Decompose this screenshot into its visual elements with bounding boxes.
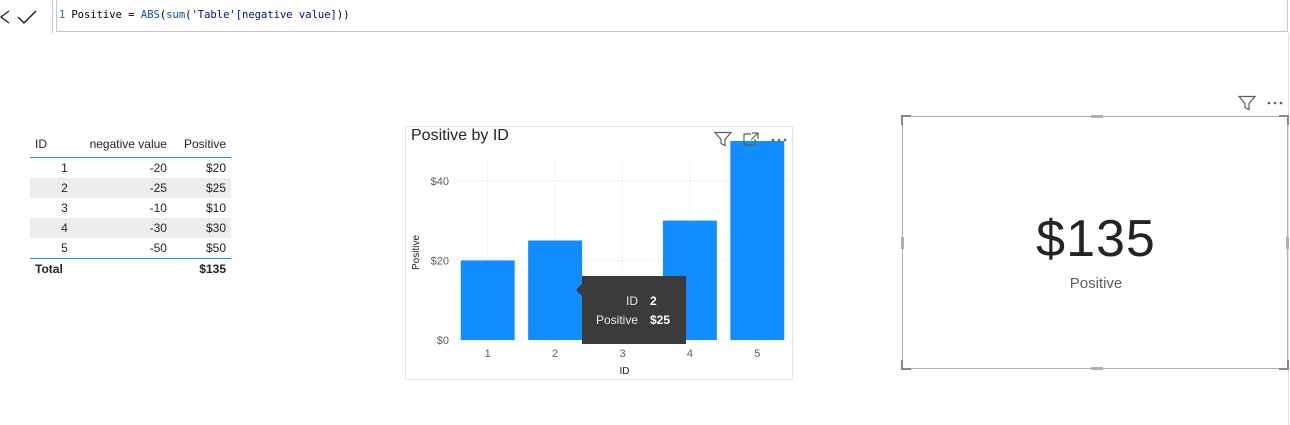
column-header-id[interactable]: ID — [30, 131, 73, 158]
table-visual[interactable]: ID negative value Positive 1 -20 $20 2 -… — [30, 131, 231, 279]
tooltip-row-id: ID 2 — [582, 294, 686, 310]
x-tick-label: 3 — [619, 348, 625, 360]
table-row[interactable]: 3 -10 $10 — [30, 198, 231, 218]
total-value: $135 — [171, 258, 231, 279]
bar[interactable] — [460, 260, 515, 340]
focus-mode-icon[interactable] — [742, 131, 760, 147]
formula-line[interactable]: 1 Positive = ABS(sum('Table'[negative val… — [59, 9, 350, 21]
resize-handle-left[interactable] — [901, 237, 904, 249]
table-total-row: Total $135 — [30, 258, 231, 279]
resize-handle-bottom-right[interactable] — [1279, 360, 1289, 370]
resize-handle-bottom-left[interactable] — [901, 360, 911, 370]
cell-negative-value: -25 — [72, 178, 172, 198]
measure-name: Positive — [71, 9, 122, 21]
chart-tooltip: ID 2 Positive $25 — [576, 276, 686, 344]
filter-icon[interactable] — [1238, 95, 1256, 111]
formula-fn-abs: ABS — [140, 9, 160, 21]
x-tick-label: 1 — [485, 348, 491, 360]
formula-equals: = — [121, 9, 141, 21]
card-value: $135 — [1036, 210, 1156, 268]
cell-negative-value: -30 — [72, 218, 172, 238]
formula-bar: 1 Positive = ABS(sum('Table'[negative val… — [0, 0, 1290, 33]
tooltip-id-value: 2 — [650, 294, 657, 308]
y-tick-label: $20 — [431, 255, 449, 267]
table-row[interactable]: 4 -30 $30 — [30, 218, 231, 238]
column-header-positive[interactable]: Positive — [171, 131, 231, 158]
tooltip-positive-label: Positive — [595, 313, 638, 327]
cell-positive: $25 — [171, 178, 231, 198]
cell-id: 1 — [61, 161, 68, 175]
formula-column-ref: 'Table'[negative value] — [191, 9, 337, 21]
cell-positive: $20 — [205, 161, 226, 175]
x-tick-label: 2 — [552, 348, 558, 360]
formula-close: )) — [336, 9, 350, 21]
chart-header-icons — [714, 131, 788, 147]
total-label: Total — [30, 258, 73, 279]
resize-handle-top-left[interactable] — [901, 115, 911, 125]
filter-icon[interactable] — [714, 131, 732, 147]
column-header-negative-value[interactable]: negative value — [72, 131, 172, 158]
cell-positive: $50 — [205, 241, 226, 255]
line-number: 1 — [59, 9, 66, 21]
cell-id: 3 — [61, 201, 68, 215]
chart-title: Positive by ID — [411, 127, 509, 144]
cell-positive: $30 — [171, 218, 231, 238]
cell-positive: $10 — [205, 201, 226, 215]
formula-editor[interactable]: 1 Positive = ABS(sum('Table'[negative val… — [56, 0, 1288, 32]
y-axis-title: Positive — [411, 235, 422, 270]
more-options-icon[interactable] — [1266, 95, 1284, 111]
more-options-icon[interactable] — [770, 131, 788, 147]
resize-handle-top[interactable] — [1091, 115, 1103, 118]
check-icon[interactable] — [16, 8, 38, 26]
tooltip-positive-value: $25 — [650, 313, 671, 327]
table-row[interactable]: 2 -25 $25 — [30, 178, 231, 198]
tooltip-id-label: ID — [626, 294, 638, 308]
tooltip-row-positive: Positive $25 — [582, 313, 686, 329]
resize-handle-right[interactable] — [1286, 237, 1289, 249]
formula-fn-sum: sum — [166, 9, 186, 21]
card-header-icons — [1238, 95, 1284, 111]
bar[interactable] — [730, 141, 785, 340]
cell-negative-value: -10 — [149, 201, 167, 215]
table-row[interactable]: 5 -50 $50 — [30, 238, 231, 259]
cell-id: 2 — [30, 178, 73, 198]
y-tick-label: $40 — [431, 176, 449, 188]
card-visual[interactable]: $135 Positive — [901, 115, 1289, 370]
x-axis-title: ID — [620, 366, 630, 377]
resize-handle-top-right[interactable] — [1279, 115, 1289, 125]
cell-negative-value: -20 — [149, 161, 167, 175]
formula-bar-divider — [52, 0, 53, 33]
y-tick-label: $0 — [437, 335, 449, 347]
x-tick-label: 5 — [754, 348, 760, 360]
card-label: Positive — [1069, 275, 1123, 292]
total-empty-cell — [72, 258, 172, 279]
close-icon[interactable] — [0, 9, 10, 25]
bar[interactable] — [528, 240, 583, 341]
cell-id: 5 — [61, 241, 68, 255]
x-tick-label: 4 — [687, 348, 693, 360]
resize-handle-bottom[interactable] — [1091, 367, 1103, 370]
cell-id: 4 — [30, 218, 73, 238]
cell-negative-value: -50 — [149, 241, 167, 255]
table-header-row: ID negative value Positive — [30, 131, 231, 158]
table-row[interactable]: 1 -20 $20 — [30, 158, 231, 179]
